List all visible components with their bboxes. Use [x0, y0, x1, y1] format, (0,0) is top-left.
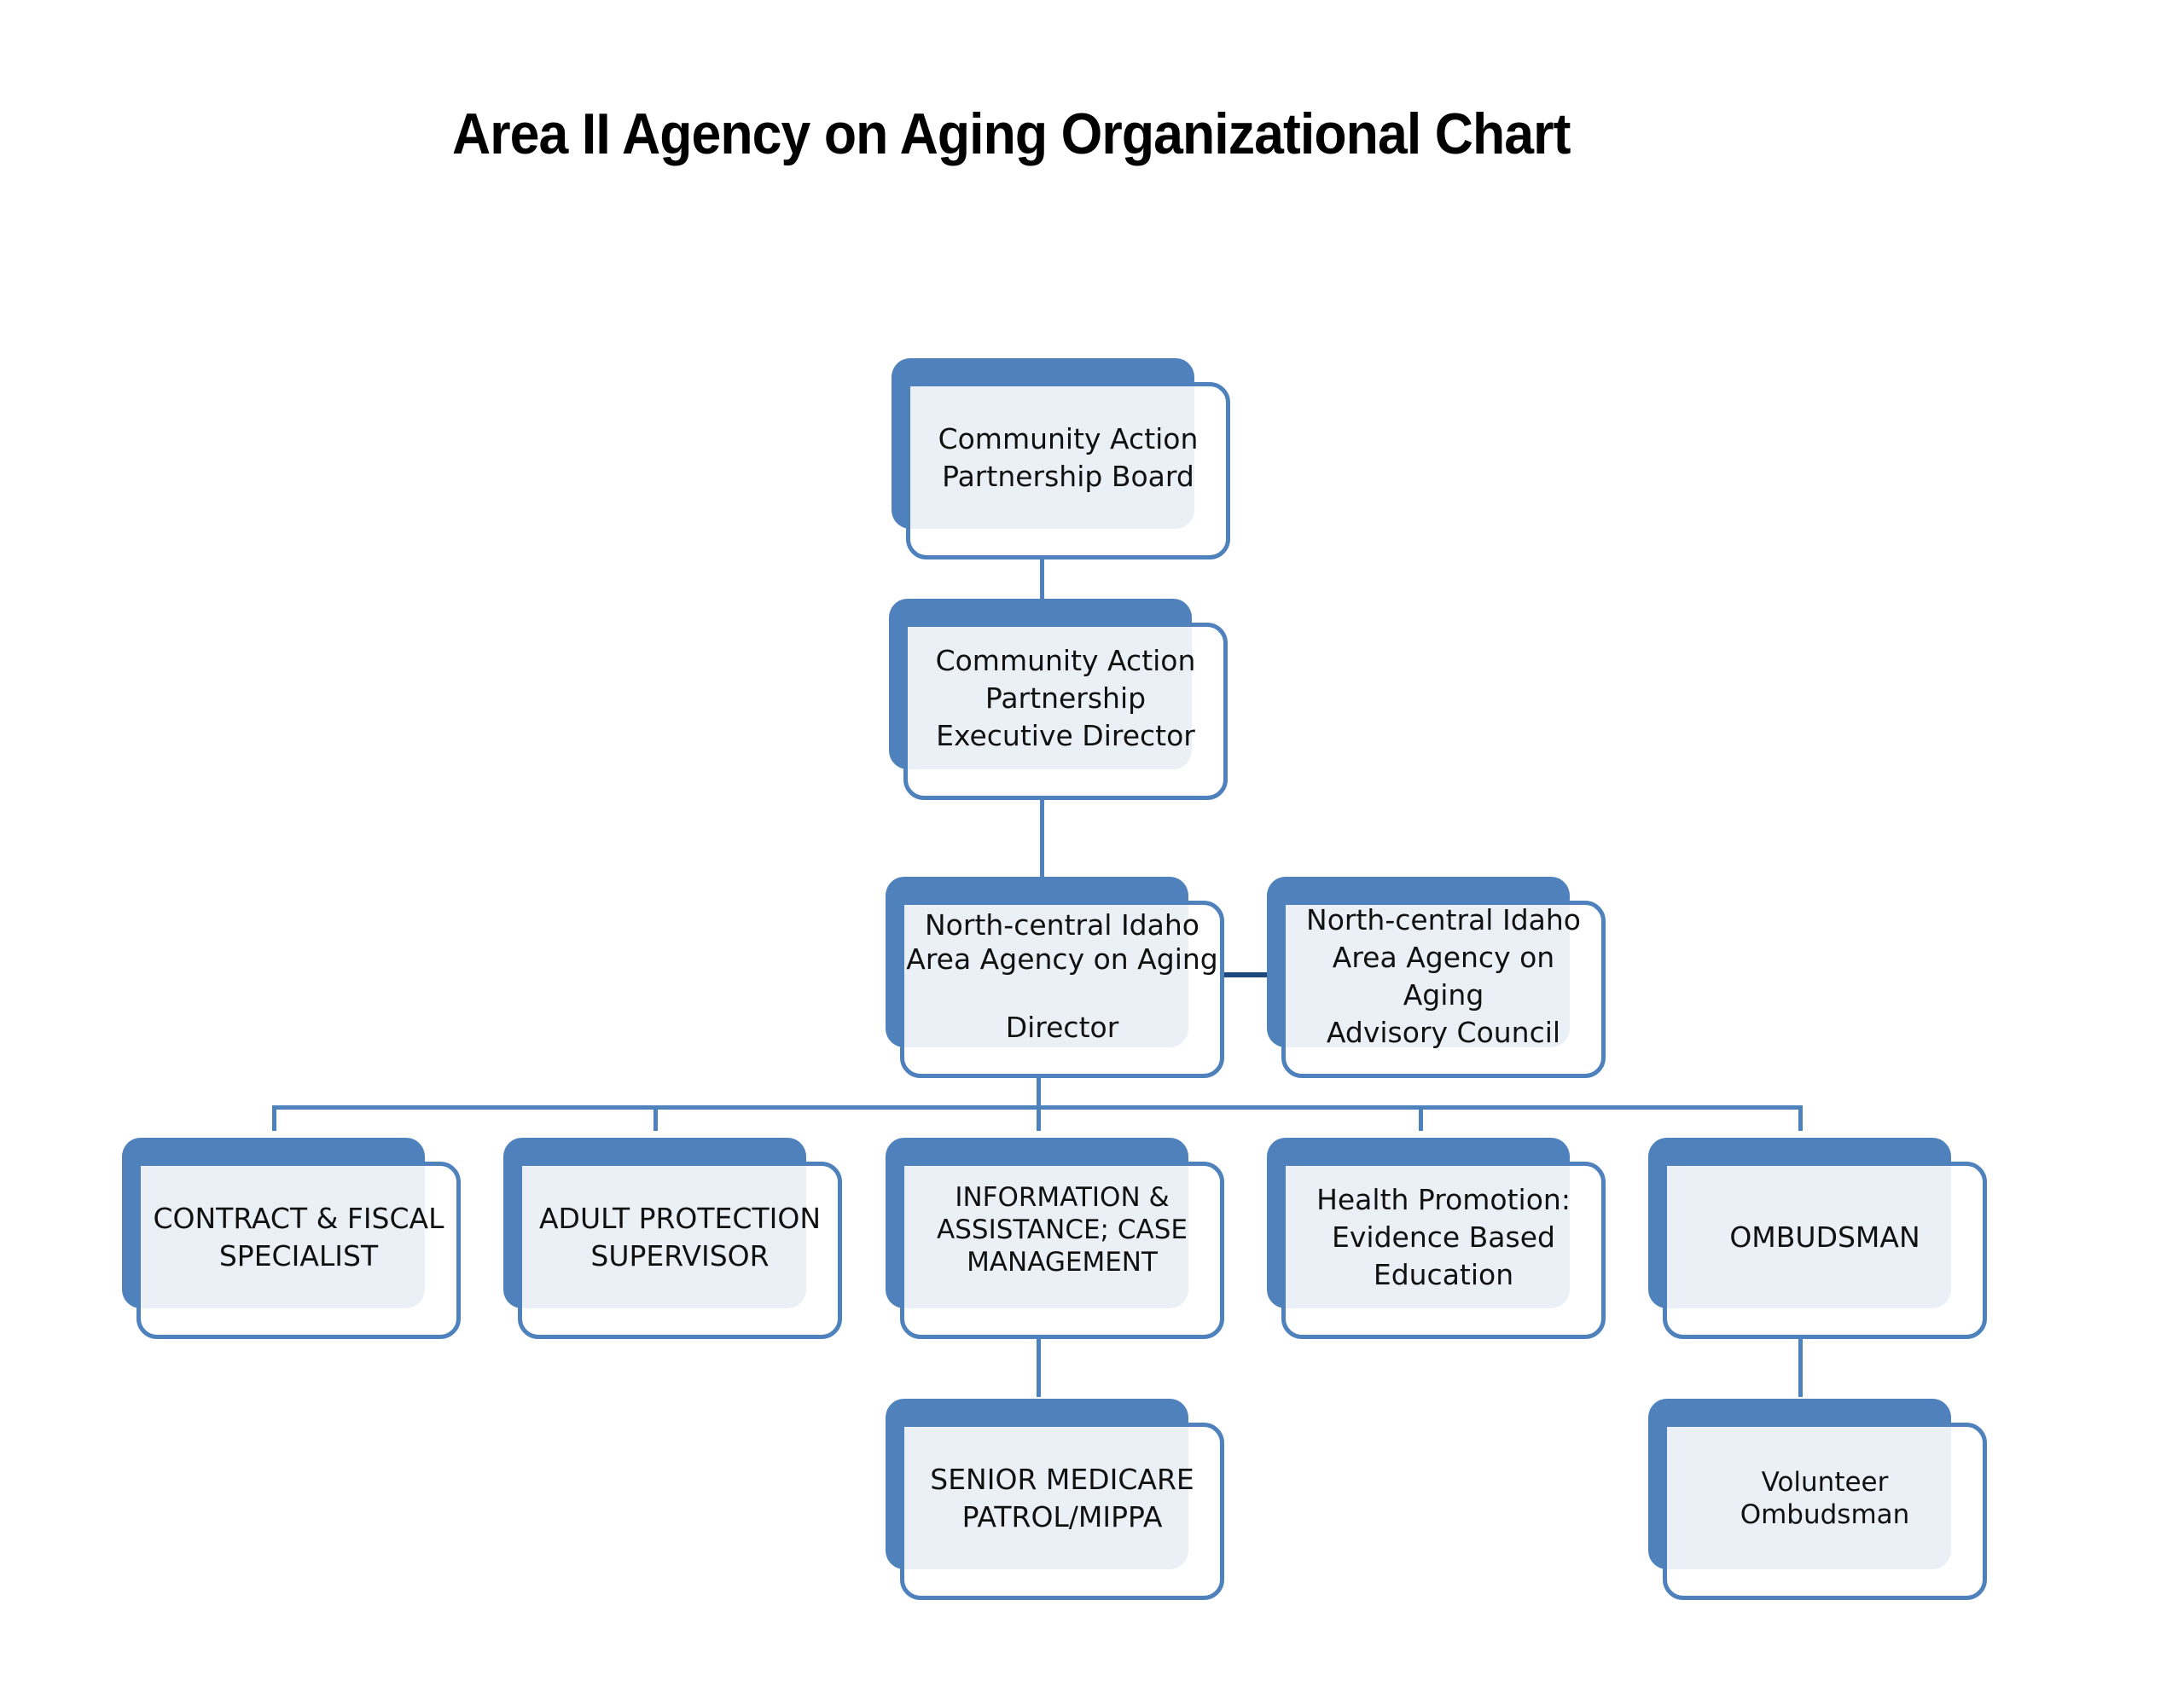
- node-aaa-director: North-central Idaho Area Agency on Aging…: [886, 877, 1227, 1081]
- node-volunteer-ombudsman: Volunteer Ombudsman: [1648, 1399, 1989, 1603]
- node-info-assistance: INFORMATION & ASSISTANCE; CASE MANAGEMEN…: [886, 1138, 1227, 1342]
- node-label: North-central Idaho Area Agency on Aging…: [1306, 902, 1581, 1049]
- node-label: Community Action Partnership Board: [938, 421, 1199, 493]
- node-contract-fiscal: CONTRACT & FISCAL SPECIALIST: [122, 1138, 463, 1342]
- node-label: North-central Idaho Area Agency on Aging…: [906, 907, 1218, 1044]
- node-label: SENIOR MEDICARE PATROL/MIPPA: [930, 1462, 1194, 1533]
- node-label: INFORMATION & ASSISTANCE; CASE MANAGEMEN…: [937, 1182, 1188, 1278]
- node-label: CONTRACT & FISCAL SPECIALIST: [153, 1201, 444, 1272]
- node-ombudsman: OMBUDSMAN: [1648, 1138, 1989, 1342]
- connector-bus-adult: [653, 1105, 658, 1131]
- connector-bus-ombudsman: [1798, 1105, 1803, 1131]
- connector-bus-health: [1419, 1105, 1423, 1131]
- connector-bus-contract: [272, 1105, 276, 1131]
- node-label: Health Promotion: Evidence Based Educati…: [1316, 1182, 1571, 1291]
- node-board: Community Action Partnership Board: [892, 358, 1233, 563]
- connector-exec-director: [1040, 795, 1044, 880]
- node-exec-director: Community Action Partnership Executive D…: [889, 599, 1230, 803]
- node-label: OMBUDSMAN: [1729, 1220, 1920, 1254]
- node-adult-protection: ADULT PROTECTION SUPERVISOR: [503, 1138, 845, 1342]
- node-label: Volunteer Ombudsman: [1740, 1466, 1910, 1530]
- node-senior-medicare: SENIOR MEDICARE PATROL/MIPPA: [886, 1399, 1227, 1603]
- node-label: Community Action Partnership Executive D…: [935, 643, 1196, 752]
- connector-bus-info: [1037, 1105, 1041, 1131]
- node-advisory-council: North-central Idaho Area Agency on Aging…: [1267, 877, 1608, 1081]
- node-label: ADULT PROTECTION SUPERVISOR: [538, 1201, 822, 1272]
- chart-title: Area II Agency on Aging Organizational C…: [452, 101, 1571, 166]
- node-health-promotion: Health Promotion: Evidence Based Educati…: [1267, 1138, 1608, 1342]
